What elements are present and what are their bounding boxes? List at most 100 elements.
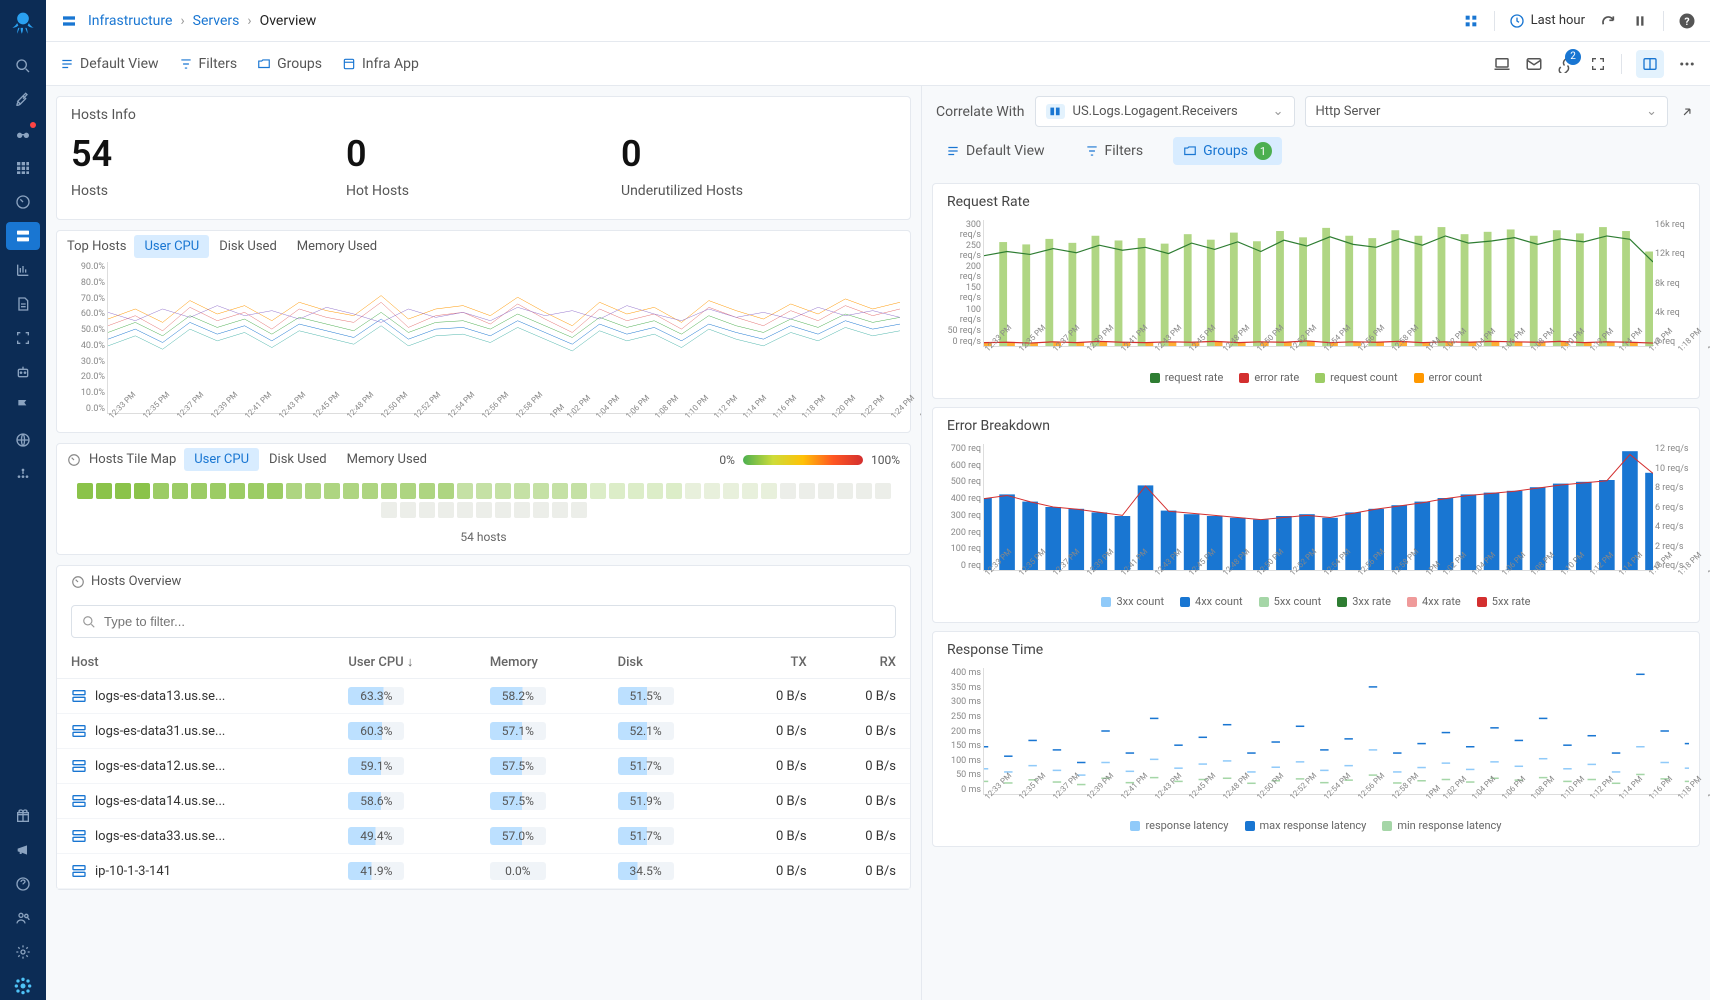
nav-app-switch-icon[interactable] [6,972,40,1000]
table-row[interactable]: logs-es-data13.us.se... 63.3% 58.2% 51.5… [57,679,910,714]
nav-scan-icon[interactable] [6,324,40,352]
host-tile[interactable] [400,483,416,499]
host-tile[interactable] [495,502,511,518]
col-memory[interactable]: Memory [476,646,604,679]
tab-filters[interactable]: Filters [179,56,238,72]
tab-groups[interactable]: Groups [257,56,322,72]
host-tile[interactable] [77,483,93,499]
host-tile[interactable] [875,483,891,499]
host-tile[interactable] [324,483,340,499]
table-row[interactable]: logs-es-data33.us.se... 49.4% 57.0% 51.7… [57,819,910,854]
tilemap-tab[interactable]: Memory Used [337,448,437,471]
top-hosts-tab[interactable]: Memory Used [287,235,387,258]
nav-team-icon[interactable] [6,904,40,932]
nav-flag-icon[interactable] [6,392,40,420]
host-tile[interactable] [552,502,568,518]
host-tile[interactable] [96,483,112,499]
host-tile[interactable] [457,483,473,499]
host-tile[interactable] [704,483,720,499]
host-tile[interactable] [381,483,397,499]
host-tile[interactable] [400,502,416,518]
refresh-icon[interactable] [1599,12,1617,30]
host-tile[interactable] [571,502,587,518]
host-tile[interactable] [571,483,587,499]
legend-item[interactable]: 5xx count [1259,595,1322,608]
host-tile[interactable] [799,483,815,499]
legend-item[interactable]: error count [1414,371,1483,384]
host-tile[interactable] [210,483,226,499]
breadcrumb-servers[interactable]: Servers [193,13,240,29]
host-tile[interactable] [438,502,454,518]
host-tile[interactable] [381,502,397,518]
host-tile[interactable] [761,483,777,499]
nav-settings-icon[interactable] [6,938,40,966]
more-menu-icon[interactable] [1678,55,1696,73]
nav-globe-icon[interactable] [6,426,40,454]
legend-item[interactable]: 3xx rate [1337,595,1391,608]
host-tile[interactable] [609,483,625,499]
host-tile[interactable] [514,502,530,518]
nav-help-icon[interactable] [6,870,40,898]
host-tile[interactable] [856,483,872,499]
legend-item[interactable]: request count [1315,371,1397,384]
nav-binoculars-icon[interactable] [6,120,40,148]
legend-item[interactable]: min response latency [1382,819,1501,832]
nav-infrastructure-icon[interactable] [6,222,40,250]
host-tile[interactable] [115,483,131,499]
legend-item[interactable]: request rate [1150,371,1224,384]
host-tile[interactable] [457,502,473,518]
legend-item[interactable]: 3xx count [1101,595,1164,608]
host-tile[interactable] [476,502,492,518]
rtab-filters[interactable]: Filters [1075,138,1154,164]
rtab-default-view[interactable]: Default View [936,138,1055,164]
host-tile[interactable] [153,483,169,499]
rtab-groups[interactable]: Groups1 [1173,137,1282,165]
tab-infra-app[interactable]: Infra App [342,56,419,72]
nav-document-icon[interactable] [6,290,40,318]
nav-rocket-icon[interactable] [6,86,40,114]
host-tile[interactable] [647,483,663,499]
host-tile[interactable] [419,502,435,518]
host-tile[interactable] [134,483,150,499]
apps-grid-icon[interactable] [1462,12,1480,30]
col-disk[interactable]: Disk [604,646,732,679]
top-hosts-tab[interactable]: User CPU [134,235,209,258]
nav-gift-icon[interactable] [6,802,40,830]
host-tile[interactable] [476,483,492,499]
host-tile[interactable] [685,483,701,499]
host-tile[interactable] [590,483,606,499]
layout-split-icon[interactable] [1636,50,1664,78]
table-row[interactable]: logs-es-data14.us.se... 58.6% 57.5% 51.9… [57,784,910,819]
host-tile[interactable] [191,483,207,499]
nav-announce-icon[interactable] [6,836,40,864]
col-tx[interactable]: TX [731,646,820,679]
nav-search-icon[interactable] [6,52,40,80]
correlate-app-dropdown[interactable]: ▮▮ US.Logs.Logagent.Receivers ⌄ [1035,96,1295,127]
nav-cluster-icon[interactable] [6,460,40,488]
host-tile[interactable] [286,483,302,499]
host-tile[interactable] [533,483,549,499]
col-cpu[interactable]: User CPU ↓ [334,646,475,679]
app-section-icon[interactable] [60,12,78,30]
host-tile[interactable] [495,483,511,499]
legend-item[interactable]: max response latency [1245,819,1367,832]
expand-icon[interactable] [1678,103,1696,121]
table-row[interactable]: logs-es-data12.us.se... 59.1% 57.5% 51.7… [57,749,910,784]
host-tile[interactable] [837,483,853,499]
laptop-icon[interactable] [1493,55,1511,73]
nav-dashboard-icon[interactable] [6,188,40,216]
fullscreen-icon[interactable] [1589,55,1607,73]
time-range-picker[interactable]: Last hour [1509,13,1585,29]
host-tile[interactable] [438,483,454,499]
legend-item[interactable]: response latency [1130,819,1228,832]
host-tile[interactable] [666,483,682,499]
host-tile[interactable] [818,483,834,499]
brand-logo-icon[interactable] [9,8,37,40]
table-row[interactable]: ip-10-1-3-141 41.9% 0.0% 34.5% 0 B/s 0 B… [57,854,910,889]
link-icon[interactable]: 2 [1557,55,1575,73]
host-tile[interactable] [172,483,188,499]
legend-item[interactable]: 5xx rate [1477,595,1531,608]
tilemap-tab[interactable]: Disk Used [259,448,337,471]
host-tile[interactable] [628,483,644,499]
host-tile[interactable] [267,483,283,499]
